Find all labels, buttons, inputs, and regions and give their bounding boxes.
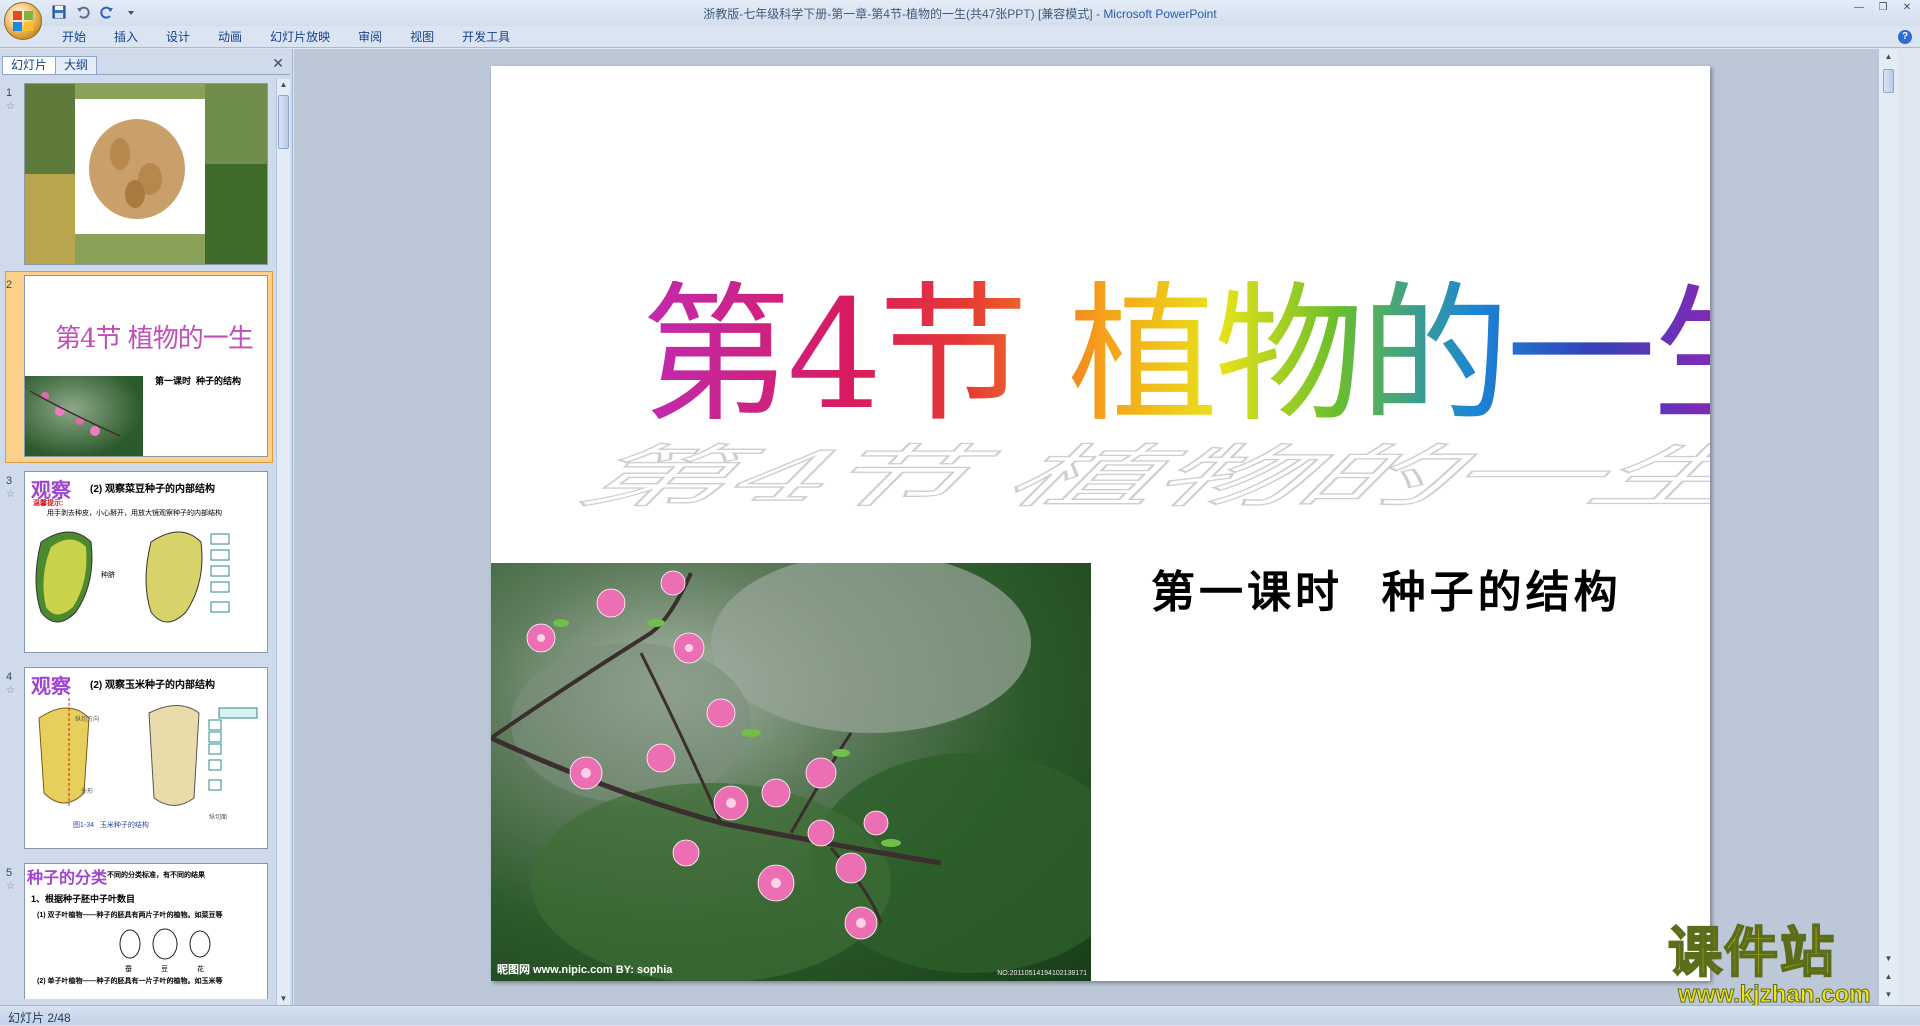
thumbnail-line: 1、根据种子胚中子叶数目 (31, 894, 136, 904)
thumbnail-line: (1) 双子叶植物——种子的胚具有两片子叶的植物。如菜豆等 (37, 912, 223, 919)
tab-view[interactable]: 视图 (396, 28, 448, 46)
thumbnail-image: 观察 (2) 观察玉米种子的内部结构 纵切方向 外形 纵切面 图1-34 玉米种… (24, 667, 268, 849)
thumbnail-image: 种子的分类 不同的分类标准，有不同的结果 1、根据种子胚中子叶数目 (1) 双子… (24, 863, 268, 999)
tab-home[interactable]: 开始 (48, 28, 100, 46)
window-title: 浙教版-七年级科学下册-第一章-第4节-植物的一生(共47张PPT) [兼容模式… (703, 7, 1217, 21)
thumbnail-photo (25, 376, 143, 456)
status-bar: 幻灯片 2/48 (0, 1005, 1920, 1025)
ribbon: 开始 插入 设计 动画 幻灯片放映 审阅 视图 开发工具 ? (0, 26, 1920, 48)
panel-tabs: 幻灯片 大纲 (2, 53, 290, 75)
tab-slideshow[interactable]: 幻灯片放映 (256, 28, 344, 46)
animation-star-icon: ☆ (6, 881, 15, 892)
thumbnail-caption: 图1-34 玉米种子的结构 (73, 822, 149, 829)
tab-design[interactable]: 设计 (152, 28, 204, 46)
tab-insert[interactable]: 插入 (100, 28, 152, 46)
thumbnail-number: 2 (6, 279, 13, 291)
thumbnail-label: 种脐 (101, 572, 115, 579)
close-panel-icon[interactable]: ✕ (272, 55, 284, 72)
panel-scrollbar[interactable]: ▲ ▼ (276, 79, 290, 1005)
tab-review[interactable]: 审阅 (344, 28, 396, 46)
thumbnail-number: 1 (6, 87, 13, 99)
thumbnail-subtitle: (2) 观察玉米种子的内部结构 (90, 680, 215, 691)
scroll-down-icon[interactable]: ▼ (278, 993, 289, 1005)
slides-panel: 幻灯片 大纲 ✕ 1 ☆ 2 第4节 植物的一生 第一课时 种子的结构 3 ☆ … (0, 49, 293, 1005)
photo-id: NO:20110514194102138171 (997, 970, 1087, 977)
thumbnail-image (24, 83, 268, 265)
current-slide[interactable]: 第4节 植物的一生 第4节 植物的一生 第一课时 种子的结构 昵图网 www.n… (491, 66, 1710, 981)
app-name: Microsoft PowerPoint (1103, 7, 1217, 21)
thumbnail-label: 纵切方向 (75, 717, 100, 723)
thumbnail-image: 第4节 植物的一生 第一课时 种子的结构 (24, 275, 268, 457)
thumbnail-title: 第4节 植物的一生 (55, 324, 254, 354)
slide-title[interactable]: 第4节 植物的一生 第4节 植物的一生 (555, 281, 1710, 517)
thumbnail-image: 观察 (2) 观察菜豆种子的内部结构 温馨提示: 用手剥去种皮，小心掰开，用放大… (24, 471, 268, 653)
thumbnail-number: 4 (6, 671, 13, 683)
animation-star-icon: ☆ (6, 685, 15, 696)
scroll-up-icon[interactable]: ▲ (278, 79, 289, 91)
thumbnail-line: (2) 单子叶植物——种子的胚具有一片子叶的植物。如玉米等 (37, 978, 223, 985)
photo-credit: 昵图网 www.nipic.com BY: sophia (497, 964, 673, 976)
title-shadow: 第4节 植物的一生 (555, 437, 1710, 517)
thumbnail-note: 温馨提示: (33, 500, 64, 507)
thumbnail-number: 3 (6, 475, 13, 487)
close-icon[interactable]: ✕ (1900, 2, 1914, 14)
slide-subtitle[interactable]: 第一课时 种子的结构 (1151, 556, 1622, 620)
thumbnail-number: 5 (6, 867, 13, 879)
tab-slides[interactable]: 幻灯片 (2, 56, 57, 74)
thumbnail-list: 1 ☆ 2 第4节 植物的一生 第一课时 种子的结构 3 ☆ 观察 (2) 观察… (0, 79, 276, 999)
scroll-thumb[interactable] (278, 95, 289, 149)
peach-blossom-photo[interactable]: 昵图网 www.nipic.com BY: sophia NO:20110514… (491, 563, 1091, 981)
office-button[interactable] (4, 2, 42, 40)
animation-star-icon: ☆ (6, 489, 15, 500)
tab-animations[interactable]: 动画 (204, 28, 256, 46)
title-text: 第4节 植物的一生 (641, 281, 1710, 431)
document-title: 浙教版-七年级科学下册-第一章-第4节-植物的一生(共47张PPT) [兼容模式… (703, 7, 1093, 21)
window-controls: — ❐ ✕ (1852, 2, 1914, 14)
thumbnail-subtitle: (2) 观察菜豆种子的内部结构 (90, 484, 215, 495)
seed-label: 豆 (161, 966, 168, 973)
animation-star-icon: ☆ (6, 101, 15, 112)
tab-outline[interactable]: 大纲 (55, 56, 98, 74)
slide-edit-area: 第4节 植物的一生 第4节 植物的一生 第一课时 种子的结构 昵图网 www.n… (294, 49, 1899, 1005)
seed-label: 蚕 (125, 966, 132, 973)
thumbnail-subtitle: 不同的分类标准，有不同的结果 (107, 872, 205, 879)
thumbnail-label: 纵切面 (209, 815, 228, 821)
scroll-up-icon[interactable]: ▲ (1883, 51, 1894, 63)
slide-indicator: 幻灯片 2/48 (8, 1011, 71, 1025)
minimize-icon[interactable]: — (1852, 2, 1866, 14)
watermark: 课件站 www.kjzhan.com (1667, 921, 1898, 1009)
thumbnail-label: 外形 (81, 789, 94, 795)
main-scrollbar[interactable]: ▲ ▼ ▲ ▼ (1878, 49, 1899, 1005)
thumbnail-title: 种子的分类 (27, 870, 108, 887)
help-icon[interactable]: ? (1898, 30, 1912, 44)
thumbnail-title: 观察 (31, 676, 71, 698)
scroll-thumb[interactable] (1883, 69, 1894, 93)
office-logo-icon (13, 11, 33, 31)
ribbon-tabs: 开始 插入 设计 动画 幻灯片放映 审阅 视图 开发工具 (48, 28, 524, 46)
seed-label: 花 (197, 966, 204, 973)
thumbnail-subtitle: 第一课时 种子的结构 (155, 376, 242, 386)
restore-icon[interactable]: ❐ (1876, 2, 1890, 14)
thumbnail-text: 用手剥去种皮，小心掰开，用放大镜观察种子的内部结构 (47, 510, 222, 517)
tab-developer[interactable]: 开发工具 (448, 28, 524, 46)
watermark-text: 课件站 (1667, 921, 1836, 984)
title-bar: 浙教版-七年级科学下册-第一章-第4节-植物的一生(共47张PPT) [兼容模式… (0, 0, 1920, 40)
